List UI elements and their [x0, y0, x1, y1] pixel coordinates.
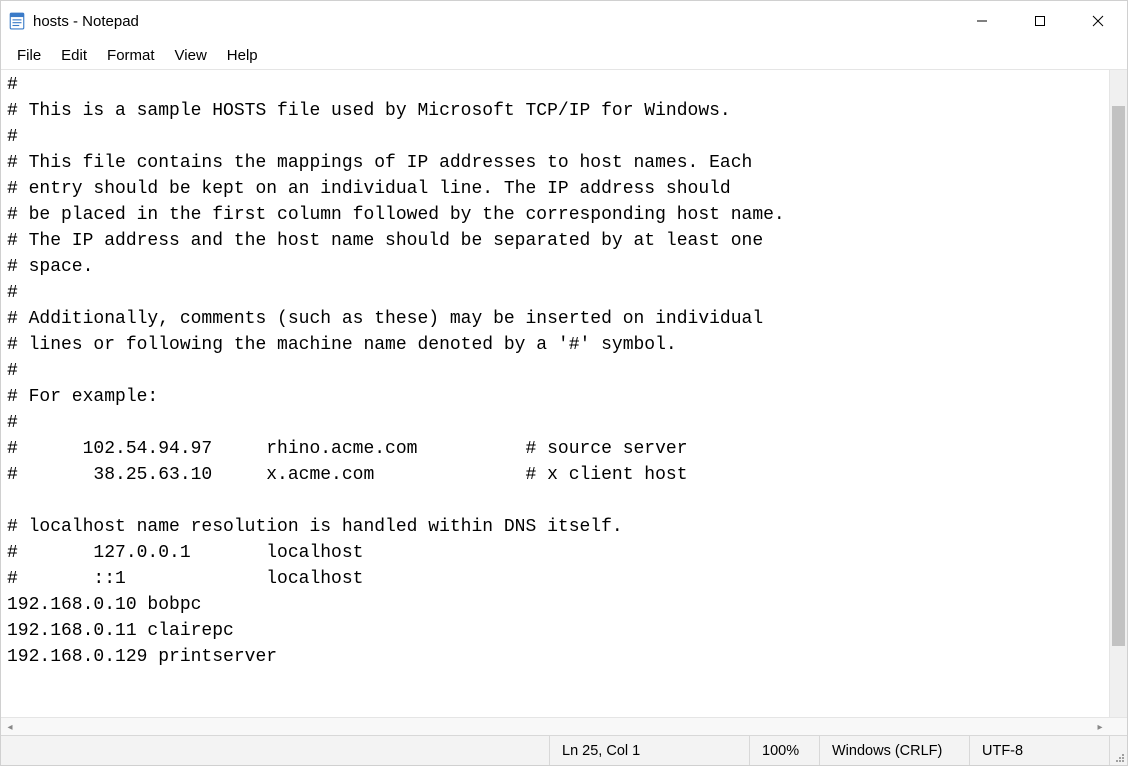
notepad-icon [7, 11, 27, 31]
hscroll-left-arrow-icon[interactable]: ◂ [1, 718, 19, 735]
menu-file[interactable]: File [7, 44, 51, 67]
editor-wrapper: # # This is a sample HOSTS file used by … [1, 69, 1127, 735]
status-encoding: UTF-8 [969, 736, 1109, 765]
window-controls [953, 1, 1127, 41]
menu-help[interactable]: Help [217, 44, 268, 67]
menu-format[interactable]: Format [97, 44, 165, 67]
titlebar: hosts - Notepad [1, 1, 1127, 41]
close-button[interactable] [1069, 1, 1127, 41]
status-zoom: 100% [749, 736, 819, 765]
menu-view[interactable]: View [165, 44, 217, 67]
hscroll-right-arrow-icon[interactable]: ▸ [1091, 718, 1109, 735]
maximize-button[interactable] [1011, 1, 1069, 41]
resize-grip[interactable] [1109, 736, 1127, 765]
window-title: hosts - Notepad [33, 13, 139, 30]
editor-area: # # This is a sample HOSTS file used by … [1, 70, 1127, 717]
vertical-scrollbar[interactable] [1109, 70, 1127, 717]
text-editor[interactable]: # # This is a sample HOSTS file used by … [1, 70, 1127, 717]
menu-edit[interactable]: Edit [51, 44, 97, 67]
statusbar: Ln 25, Col 1 100% Windows (CRLF) UTF-8 [1, 735, 1127, 765]
status-spacer [1, 736, 549, 765]
status-cursor-position: Ln 25, Col 1 [549, 736, 749, 765]
status-line-ending: Windows (CRLF) [819, 736, 969, 765]
horizontal-scrollbar[interactable]: ◂ ▸ [1, 717, 1127, 735]
minimize-button[interactable] [953, 1, 1011, 41]
vertical-scrollbar-thumb[interactable] [1112, 106, 1125, 646]
menubar: File Edit Format View Help [1, 41, 1127, 69]
